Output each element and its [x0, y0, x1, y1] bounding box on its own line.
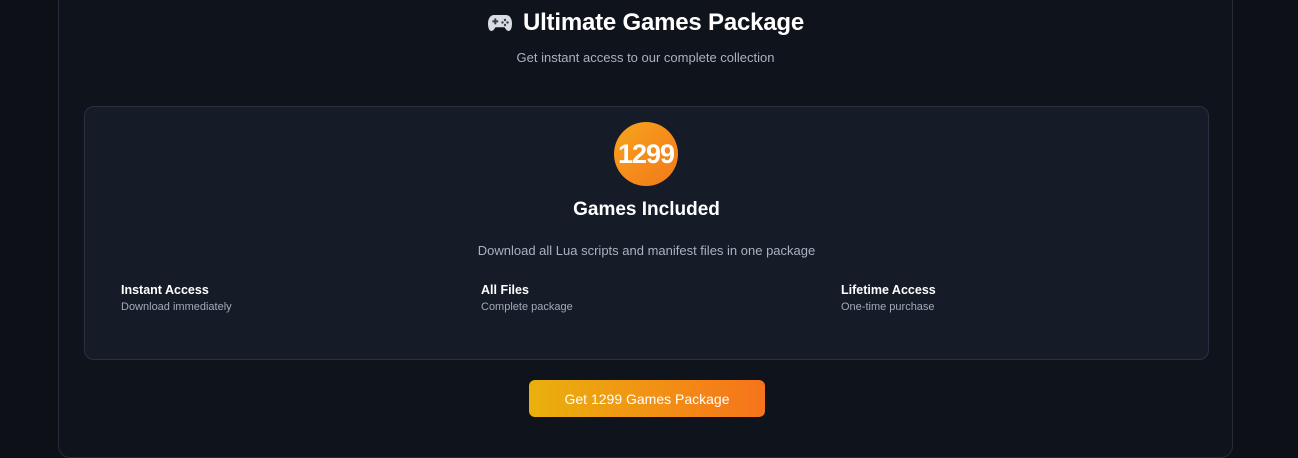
- feature-description: Complete package: [481, 301, 573, 313]
- get-package-button[interactable]: Get 1299 Games Package: [529, 380, 765, 417]
- feature-title: All Files: [481, 283, 529, 297]
- package-description: Download all Lua scripts and manifest fi…: [477, 243, 816, 258]
- feature-instant-access: Instant Access Download immediately: [121, 282, 481, 315]
- feature-description: Download immediately: [121, 301, 232, 313]
- feature-lifetime-access: Lifetime Access One-time purchase: [841, 282, 1201, 315]
- package-header: Ultimate Games Package: [59, 9, 1232, 37]
- package-card: Ultimate Games Package Get instant acces…: [58, 0, 1233, 458]
- page-subtitle: Get instant access to our complete colle…: [516, 50, 775, 65]
- feature-title: Lifetime Access: [841, 283, 936, 297]
- games-included-heading: Games Included: [573, 199, 720, 220]
- feature-description: One-time purchase: [841, 301, 935, 313]
- gamepad-icon: [487, 12, 513, 34]
- package-details: 1299 Games Included Download all Lua scr…: [84, 106, 1209, 360]
- page-title: Ultimate Games Package: [522, 9, 805, 36]
- feature-list: Instant Access Download immediately All …: [121, 282, 1201, 315]
- games-count-badge: 1299: [614, 122, 678, 186]
- feature-title: Instant Access: [121, 283, 209, 297]
- feature-all-files: All Files Complete package: [481, 282, 841, 315]
